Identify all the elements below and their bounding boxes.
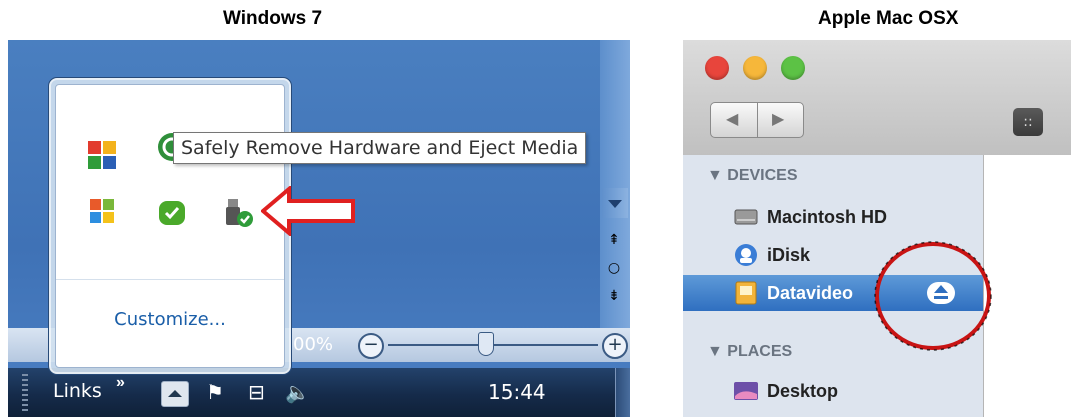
flag-icon[interactable]: ⚑ [206, 380, 224, 404]
show-hidden-icons-button[interactable] [161, 381, 189, 407]
windows-update-icon[interactable] [86, 195, 118, 227]
notification-overflow-popup: Customize... [48, 77, 292, 375]
select-browse-object-icon[interactable]: ○ [604, 258, 624, 278]
drive-icon [735, 281, 757, 305]
prev-page-icon[interactable]: ⇞ [604, 230, 624, 250]
sidebar-item-desktop[interactable]: Desktop [683, 373, 983, 409]
taskbar: Links » ⚑ ⊟ 🔈 15:44 [8, 368, 630, 417]
popup-divider [56, 279, 284, 280]
minimize-button[interactable] [743, 56, 767, 80]
icon-view-button[interactable]: :: [1013, 108, 1043, 136]
pointer-arrow [261, 186, 355, 236]
avg-icon[interactable] [86, 139, 118, 171]
sidebar-item-label: Macintosh HD [767, 207, 888, 227]
skype-icon[interactable] [156, 197, 188, 229]
show-desktop-button[interactable] [615, 368, 630, 417]
devices-section-header[interactable]: ▼ DEVICES [707, 167, 798, 185]
finder-content-pane [983, 155, 1071, 417]
zoom-button[interactable] [781, 56, 805, 80]
tooltip-safely-remove: Safely Remove Hardware and Eject Media [173, 132, 587, 164]
windows7-screenshot: ⇞ ○ ⇟ 00% − + Links » ⚑ ⊟ 🔈 15:44 Custom… [8, 40, 630, 417]
clock[interactable]: 15:44 [488, 380, 546, 404]
desktop-icon [734, 382, 758, 400]
zoom-slider-thumb[interactable] [478, 332, 494, 356]
network-icon[interactable]: ⊟ [248, 380, 265, 404]
usb-eject-icon[interactable] [222, 197, 254, 229]
zoom-level: 00% [293, 334, 334, 355]
toolbar-grip[interactable] [22, 374, 28, 412]
zoom-out-button[interactable]: − [358, 333, 384, 359]
sidebar-item-label: iDisk [767, 245, 811, 265]
sidebar-item-macintosh-hd[interactable]: Macintosh HD [683, 199, 983, 235]
nav-separator [757, 103, 758, 137]
forward-arrow-icon[interactable]: ▶ [772, 109, 784, 128]
mac-finder-screenshot: ◀ ▶ :: ▼ DEVICES Macintosh HD iDisk Data… [683, 40, 1071, 417]
sidebar-item-label: Desktop [767, 381, 839, 401]
links-toolbar-label[interactable]: Links [53, 380, 102, 402]
mac-heading: Apple Mac OSX [818, 8, 959, 29]
back-arrow-icon[interactable]: ◀ [726, 109, 738, 128]
highlight-circle [874, 241, 992, 351]
windows-heading: Windows 7 [223, 8, 323, 29]
idisk-icon [735, 244, 757, 266]
scroll-down-button[interactable] [602, 188, 628, 218]
close-button[interactable] [705, 56, 729, 80]
customize-link[interactable]: Customize... [56, 309, 284, 330]
zoom-in-button[interactable]: + [602, 333, 628, 359]
places-section-header[interactable]: ▼ PLACES [707, 343, 792, 361]
back-forward-buttons: ◀ ▶ [710, 102, 804, 138]
popup-body: Customize... [55, 84, 285, 368]
volume-icon[interactable]: 🔈 [285, 380, 310, 404]
hard-drive-icon [734, 209, 758, 225]
links-chevron-icon[interactable]: » [116, 374, 125, 392]
next-page-icon[interactable]: ⇟ [604, 286, 624, 306]
sidebar-item-label: Datavideo [767, 283, 854, 303]
